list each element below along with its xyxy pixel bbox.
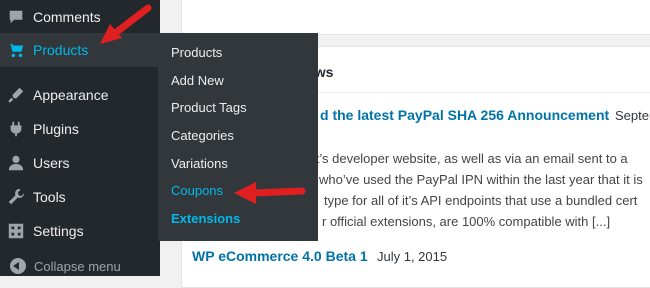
admin-sidebar: Comments Products Appearance Plugins Use… — [0, 0, 160, 276]
submenu-item-coupons[interactable]: Coupons — [171, 180, 223, 202]
products-submenu: Products Add New Product Tags Categories… — [158, 33, 318, 241]
news-excerpt-line: n it’s developer website, as well as via… — [302, 151, 628, 166]
dashboard-panel — [181, 0, 650, 35]
news-excerpt-line: type for all of it’s API endpoints that … — [324, 193, 638, 208]
wrench-icon — [6, 187, 26, 207]
sidebar-item-tools[interactable]: Tools — [0, 180, 160, 214]
comment-icon — [6, 7, 26, 27]
sidebar-item-label: Settings — [33, 223, 84, 239]
collapse-menu-label: Collapse menu — [34, 258, 121, 274]
collapse-menu-button[interactable]: Collapse menu — [0, 255, 160, 277]
submenu-item-product-tags[interactable]: Product Tags — [171, 97, 247, 119]
submenu-item-variations[interactable]: Variations — [171, 153, 228, 175]
users-icon — [6, 153, 26, 173]
sidebar-item-products[interactable]: Products — [0, 33, 160, 67]
collapse-icon — [10, 258, 26, 274]
sidebar-item-label: Products — [33, 42, 89, 58]
sidebar-item-settings[interactable]: Settings — [0, 214, 160, 248]
paintbrush-icon — [6, 85, 26, 105]
news-item-date: Septer — [615, 108, 650, 123]
sidebar-item-label: Users — [33, 155, 70, 171]
submenu-item-extensions[interactable]: Extensions — [171, 208, 240, 230]
sidebar-item-label: Appearance — [33, 87, 109, 103]
news-item-title[interactable]: d the latest PayPal SHA 256 Announcement — [320, 107, 609, 123]
settings-icon — [6, 221, 26, 241]
sidebar-item-label: Tools — [33, 189, 66, 205]
sidebar-item-comments[interactable]: Comments — [0, 0, 160, 34]
news-item-date: July 1, 2015 — [377, 249, 448, 264]
news-excerpt-line: who’ve used the PayPal IPN within the la… — [319, 172, 643, 187]
submenu-item-categories[interactable]: Categories — [171, 125, 234, 147]
submenu-item-products[interactable]: Products — [171, 42, 222, 64]
sidebar-item-appearance[interactable]: Appearance — [0, 78, 160, 112]
submenu-item-add-new[interactable]: Add New — [171, 70, 224, 92]
sidebar-item-plugins[interactable]: Plugins — [0, 112, 160, 146]
news-excerpt-line: r official extensions, are 100% compatib… — [322, 214, 611, 229]
sidebar-item-users[interactable]: Users — [0, 146, 160, 180]
news-item-title[interactable]: WP eCommerce 4.0 Beta 1 — [192, 248, 368, 264]
cart-icon — [6, 40, 26, 60]
sidebar-item-label: Plugins — [33, 121, 79, 137]
plugin-icon — [6, 119, 26, 139]
sidebar-item-label: Comments — [33, 9, 101, 25]
